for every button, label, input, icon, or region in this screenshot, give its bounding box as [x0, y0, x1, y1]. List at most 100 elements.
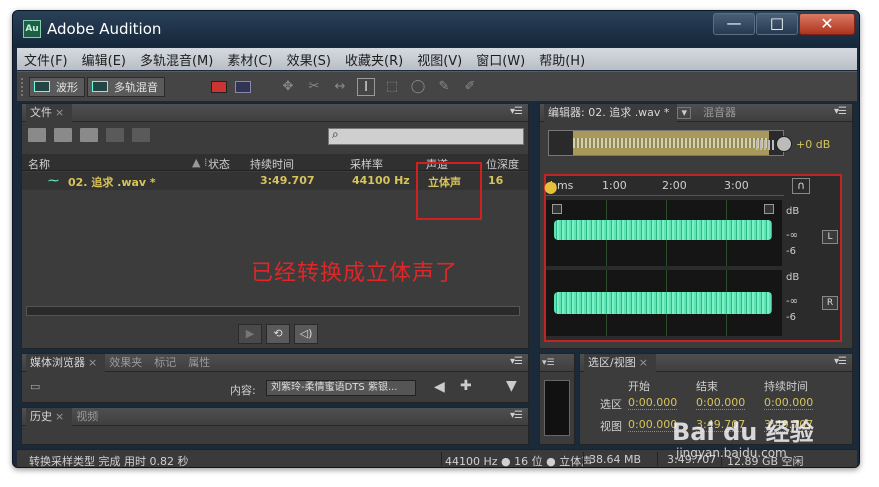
levels-menu-icon[interactable]: ▾☰	[542, 358, 555, 368]
files-horizontal-scrollbar[interactable]	[26, 306, 520, 316]
toolbar-grip[interactable]	[21, 77, 25, 96]
menu-favorites[interactable]: 收藏夹(R)	[338, 50, 410, 69]
waveform-mode-button[interactable]: 波形	[29, 76, 85, 97]
title-bar[interactable]: Au Adobe Audition — □ ✕	[13, 11, 859, 47]
menu-multitrack[interactable]: 多轨混音(M)	[133, 50, 220, 69]
selection-start-field[interactable]: 0:00.000	[628, 396, 678, 410]
time-selection-tool-icon[interactable]: I	[357, 77, 375, 96]
sort-icon[interactable]: ▲ ⁞	[192, 156, 207, 169]
lasso-tool-icon[interactable]: ◯	[409, 78, 427, 96]
status-divider	[583, 452, 584, 466]
menu-window[interactable]: 窗口(W)	[469, 50, 532, 69]
fade-out-handle-icon[interactable]	[764, 204, 774, 214]
right-channel-toggle[interactable]: R	[822, 296, 838, 310]
tab-properties[interactable]: 属性	[184, 354, 218, 372]
menu-view[interactable]: 视图(V)	[410, 50, 469, 69]
content-dropdown[interactable]: 刘紫玲-柔情蜜语DTS 紫银...	[266, 380, 416, 396]
tab-mixer[interactable]: 混音器	[699, 104, 744, 122]
close-button[interactable]: ✕	[799, 13, 855, 35]
drive-icon[interactable]: ▭	[30, 380, 40, 393]
close-tab-icon[interactable]: ×	[55, 106, 64, 119]
multitrack-mode-button[interactable]: 多轨混音	[87, 76, 165, 97]
close-tab-icon[interactable]: ×	[639, 356, 648, 369]
tab-files[interactable]: 文件 ×	[26, 103, 73, 122]
view-start-field[interactable]: 0:00.000	[628, 418, 678, 432]
delete-file-icon[interactable]	[132, 128, 150, 142]
auto-play-icon[interactable]: ◁)	[294, 324, 318, 344]
left-channel-waveform[interactable]	[546, 200, 782, 266]
overview-waveform	[573, 138, 769, 148]
tab-files-label: 文件	[30, 105, 52, 119]
spectral-display-icon[interactable]	[211, 80, 227, 93]
left-channel-toggle[interactable]: L	[822, 230, 838, 244]
tab-video[interactable]: 视频	[72, 408, 106, 426]
import-file-icon[interactable]	[54, 128, 72, 142]
volume-readout[interactable]: +0 dB	[796, 138, 830, 151]
browser-panel-menu-icon[interactable]: ▾☰	[510, 356, 523, 367]
ruler-label-3min: 3:00	[724, 179, 749, 192]
right-waveform	[554, 292, 772, 314]
col-sample-rate[interactable]: 采样率	[350, 156, 383, 172]
brush-tool-icon[interactable]: ✎	[435, 78, 453, 96]
col-name[interactable]: 名称	[28, 156, 50, 172]
waveform-mode-label: 波形	[56, 80, 78, 94]
files-search-input[interactable]	[328, 127, 524, 145]
insert-multitrack-icon[interactable]	[106, 128, 124, 142]
editor-dropdown-icon[interactable]: ▾	[677, 106, 691, 119]
loop-icon[interactable]: ⟲	[266, 324, 290, 344]
open-file-icon[interactable]	[28, 128, 46, 142]
db-label-left: dB	[786, 206, 800, 217]
add-shortcut-icon[interactable]: ✚	[460, 378, 472, 394]
minimize-button[interactable]: —	[713, 13, 755, 35]
headphones-icon[interactable]: ∩	[792, 178, 810, 194]
fade-in-handle-icon[interactable]	[552, 204, 562, 214]
baidu-watermark-logo: Bai du 经验	[672, 418, 814, 446]
tab-history[interactable]: 历史 ×	[26, 407, 73, 426]
razor-tool-icon[interactable]: ✂	[305, 78, 323, 96]
panel-menu-icon[interactable]: ▾☰	[510, 106, 523, 117]
maximize-button[interactable]: □	[756, 13, 798, 35]
col-duration[interactable]: 持续时间	[250, 156, 294, 172]
neg-inf-label-right: -∞	[786, 296, 798, 307]
play-icon[interactable]: ▶	[238, 324, 262, 344]
tab-markers[interactable]: 标记	[150, 354, 184, 372]
spot-healing-icon[interactable]: ✐	[461, 78, 479, 96]
status-divider	[657, 452, 658, 466]
selection-end-field[interactable]: 0:00.000	[696, 396, 746, 410]
tab-media-browser[interactable]: 媒体浏览器 ×	[26, 353, 106, 372]
filter-icon[interactable]: ▼	[506, 378, 517, 394]
tab-selection-view[interactable]: 选区/视图 ×	[584, 353, 656, 372]
menu-edit[interactable]: 编辑(E)	[75, 50, 133, 69]
pitch-display-icon[interactable]	[235, 80, 251, 93]
move-tool-icon[interactable]: ✥	[279, 78, 297, 96]
multitrack-icon	[92, 81, 108, 92]
menu-file[interactable]: 文件(F)	[17, 50, 75, 69]
history-panel-menu-icon[interactable]: ▾☰	[510, 410, 523, 421]
col-bit-depth[interactable]: 位深度	[486, 156, 519, 172]
waveform-editor[interactable]: hms 1:00 2:00 3:00 ⬤ ∩ dB -∞ -6 dB -∞ -6…	[544, 174, 842, 342]
new-file-icon[interactable]	[80, 128, 98, 142]
col-status[interactable]: 状态	[208, 156, 230, 172]
back-arrow-icon[interactable]: ◀	[434, 379, 445, 395]
window-title: Adobe Audition	[47, 20, 162, 38]
menu-clip[interactable]: 素材(C)	[220, 50, 279, 69]
tab-effects-rack[interactable]: 效果夹	[105, 354, 150, 372]
right-channel-waveform[interactable]	[546, 270, 782, 336]
editor-panel-menu-icon[interactable]: ▾☰	[834, 106, 847, 117]
menu-help[interactable]: 帮助(H)	[532, 50, 592, 69]
close-tab-icon[interactable]: ×	[88, 356, 97, 369]
volume-knob[interactable]	[776, 136, 792, 152]
time-ruler[interactable]: hms 1:00 2:00 3:00	[546, 176, 784, 196]
playhead-icon[interactable]: ⬤	[544, 180, 557, 194]
neg6-label-left: -6	[786, 246, 796, 257]
header-duration: 持续时间	[764, 380, 808, 393]
selection-duration-field[interactable]: 0:00.000	[764, 396, 814, 410]
tab-editor[interactable]: 编辑器: 02. 追求 .wav *	[544, 103, 678, 122]
marquee-tool-icon[interactable]: ⬚	[383, 78, 401, 96]
close-tab-icon[interactable]: ×	[55, 410, 64, 423]
selection-panel-menu-icon[interactable]: ▾☰	[834, 356, 847, 367]
overview-timeline[interactable]	[548, 130, 784, 156]
status-format: 44100 Hz ● 16 位 ● 立体声	[445, 455, 593, 468]
menu-effects[interactable]: 效果(S)	[280, 50, 338, 69]
slip-tool-icon[interactable]: ↔	[331, 78, 349, 96]
